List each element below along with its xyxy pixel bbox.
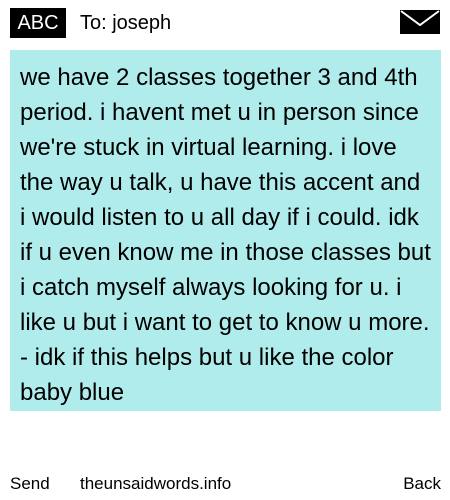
softkey-bar: Send theunsaidwords.info Back	[0, 470, 450, 498]
header-bar: ABC To: joseph	[0, 0, 450, 46]
phone-screen: ABC To: joseph we have 2 classes togethe…	[0, 0, 450, 500]
input-mode-badge: ABC	[10, 8, 66, 38]
send-button[interactable]: Send	[10, 470, 50, 498]
envelope-icon	[400, 10, 440, 34]
site-label: theunsaidwords.info	[80, 474, 232, 493]
recipient-label: To: joseph	[80, 12, 172, 34]
back-button[interactable]: Back	[403, 470, 441, 498]
message-text: we have 2 classes together 3 and 4th per…	[20, 64, 431, 406]
message-body[interactable]: we have 2 classes together 3 and 4th per…	[10, 50, 441, 410]
